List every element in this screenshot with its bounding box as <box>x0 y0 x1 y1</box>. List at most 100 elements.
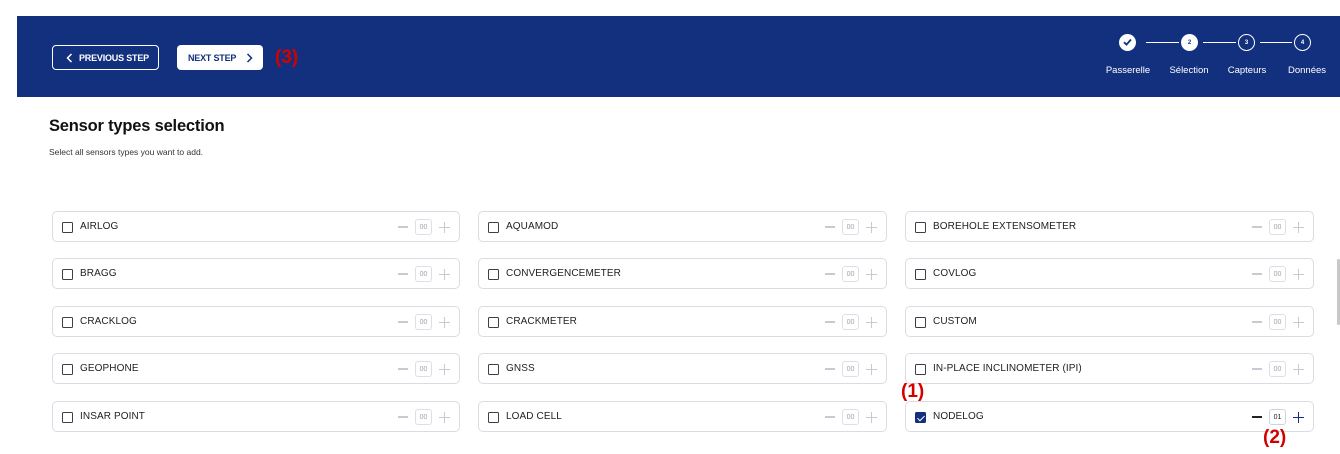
quantity-stepper: 00 <box>1252 265 1304 283</box>
next-step-button[interactable]: NEXT STEP <box>177 45 263 70</box>
minus-icon[interactable] <box>825 368 835 370</box>
quantity-field[interactable]: 00 <box>415 409 432 425</box>
sensor-checkbox[interactable] <box>488 412 499 423</box>
sensor-label: CRACKLOG <box>80 316 137 327</box>
minus-icon[interactable] <box>825 321 835 323</box>
sensor-checkbox[interactable] <box>915 317 926 328</box>
sensor-label: GNSS <box>506 363 535 374</box>
sensor-checkbox[interactable] <box>62 269 73 280</box>
sensor-checkbox[interactable] <box>488 269 499 280</box>
sensor-checkbox[interactable] <box>915 269 926 280</box>
plus-icon[interactable] <box>439 363 450 375</box>
minus-icon[interactable] <box>398 226 408 228</box>
plus-icon[interactable] <box>439 221 450 233</box>
sensor-label: IN-PLACE INCLINOMETER (IPI) <box>933 363 1082 374</box>
quantity-field[interactable]: 00 <box>1269 314 1286 330</box>
plus-icon[interactable] <box>866 268 877 280</box>
quantity-field[interactable]: 00 <box>1269 361 1286 377</box>
plus-icon[interactable] <box>439 268 450 280</box>
plus-icon[interactable] <box>1293 316 1304 328</box>
quantity-field[interactable]: 00 <box>415 219 432 235</box>
sensor-row: IN-PLACE INCLINOMETER (IPI) 00 <box>905 353 1314 384</box>
step-3-circle: 3 <box>1238 34 1255 51</box>
page-subtitle: Select all sensors types you want to add… <box>49 147 204 157</box>
quantity-stepper: 00 <box>398 218 450 236</box>
plus-icon[interactable] <box>866 316 877 328</box>
stepper-connector <box>1203 42 1236 44</box>
quantity-field[interactable]: 00 <box>1269 219 1286 235</box>
minus-icon[interactable] <box>825 416 835 418</box>
quantity-field[interactable]: 00 <box>842 409 859 425</box>
plus-icon[interactable] <box>1293 221 1304 233</box>
sensor-checkbox[interactable] <box>62 364 73 375</box>
sensor-row: CONVERGENCEMETER 00 <box>478 258 887 289</box>
minus-icon[interactable] <box>398 416 408 418</box>
check-icon <box>1123 38 1132 48</box>
sensor-label: CONVERGENCEMETER <box>506 268 621 279</box>
annotation-next-step: (3) <box>275 47 299 68</box>
plus-icon[interactable] <box>866 411 877 423</box>
minus-icon[interactable] <box>1252 273 1262 275</box>
plus-icon[interactable] <box>439 316 450 328</box>
previous-step-label: PREVIOUS STEP <box>79 52 149 63</box>
sensor-label: BOREHOLE EXTENSOMETER <box>933 221 1077 232</box>
sensor-checkbox[interactable] <box>488 364 499 375</box>
quantity-stepper: 00 <box>1252 218 1304 236</box>
sensor-label: CUSTOM <box>933 316 977 327</box>
step-1-label: Passerelle <box>1105 65 1151 76</box>
plus-icon[interactable] <box>439 411 450 423</box>
plus-icon[interactable] <box>866 221 877 233</box>
minus-icon[interactable] <box>1252 368 1262 370</box>
sensor-checkbox[interactable] <box>915 222 926 233</box>
minus-icon[interactable] <box>1252 226 1262 228</box>
sensor-checkbox[interactable] <box>488 317 499 328</box>
quantity-field[interactable]: 00 <box>415 361 432 377</box>
quantity-field[interactable]: 00 <box>842 361 859 377</box>
sensor-checkbox[interactable] <box>488 222 499 233</box>
sensor-label: AIRLOG <box>80 221 119 232</box>
step-4-label: Données <box>1287 65 1327 76</box>
sensor-checkbox[interactable] <box>62 222 73 233</box>
sensor-checkbox[interactable] <box>915 364 926 375</box>
quantity-field[interactable]: 00 <box>1269 266 1286 282</box>
minus-icon[interactable] <box>1252 321 1262 323</box>
quantity-field[interactable]: 00 <box>415 314 432 330</box>
minus-icon[interactable] <box>398 273 408 275</box>
sensor-row: COVLOG 00 <box>905 258 1314 289</box>
sensor-row: BOREHOLE EXTENSOMETER 00 <box>905 211 1314 242</box>
plus-icon[interactable] <box>1293 363 1304 375</box>
sensor-row: CUSTOM 00 <box>905 306 1314 337</box>
quantity-field[interactable]: 01 <box>1269 409 1286 425</box>
plus-icon[interactable] <box>866 363 877 375</box>
annotation-stepper: (2) <box>1263 427 1287 448</box>
minus-icon[interactable] <box>825 273 835 275</box>
plus-icon[interactable] <box>1293 411 1304 423</box>
step-3-label: Capteurs <box>1227 65 1267 76</box>
sensor-checkbox[interactable] <box>62 317 73 328</box>
minus-icon[interactable] <box>1252 416 1262 418</box>
quantity-field[interactable]: 00 <box>842 314 859 330</box>
stepper-connector <box>1146 42 1179 44</box>
sensor-row: CRACKLOG 00 <box>52 306 460 337</box>
plus-icon[interactable] <box>1293 268 1304 280</box>
sensor-row: AQUAMOD 00 <box>478 211 887 242</box>
step-4-number: 4 <box>1300 39 1305 46</box>
quantity-stepper: 00 <box>825 360 877 378</box>
previous-step-button[interactable]: PREVIOUS STEP <box>52 45 159 70</box>
minus-icon[interactable] <box>398 321 408 323</box>
quantity-field[interactable]: 00 <box>842 219 859 235</box>
step-1-circle <box>1119 34 1136 51</box>
minus-icon[interactable] <box>825 226 835 228</box>
sensor-row: CRACKMETER 00 <box>478 306 887 337</box>
sensor-checkbox[interactable] <box>915 412 926 423</box>
sensor-label: COVLOG <box>933 268 977 279</box>
sensor-row: NODELOG 01 <box>905 401 1314 432</box>
sensor-checkbox[interactable] <box>62 412 73 423</box>
quantity-field[interactable]: 00 <box>415 266 432 282</box>
minus-icon[interactable] <box>398 368 408 370</box>
step-2-circle: 2 <box>1181 34 1198 51</box>
quantity-field[interactable]: 00 <box>842 266 859 282</box>
sensor-label: INSAR POINT <box>80 411 145 422</box>
page-title: Sensor types selection <box>49 117 225 135</box>
quantity-stepper: 00 <box>825 408 877 426</box>
